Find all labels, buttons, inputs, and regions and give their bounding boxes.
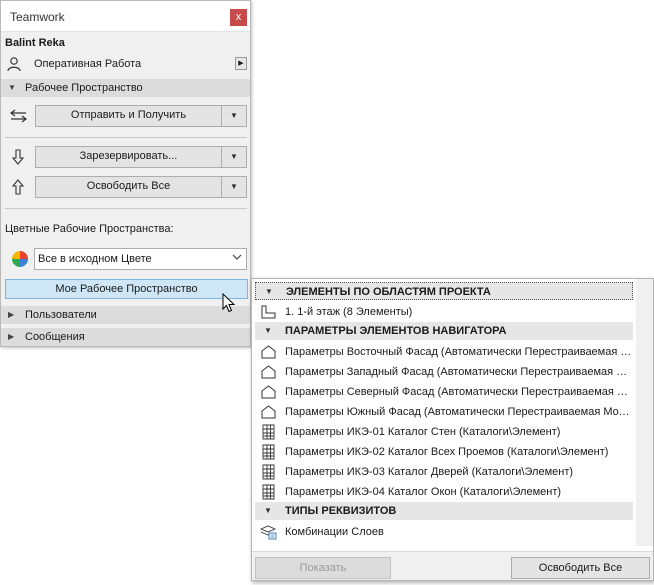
list-item[interactable]: Параметры Западный Фасад (Автоматически … (255, 362, 633, 382)
list-item[interactable]: Параметры Восточный Фасад (Автоматически… (255, 342, 633, 362)
schedule-icon (262, 484, 275, 500)
release-all-button[interactable]: Освободить Все (36, 177, 221, 197)
users-section-label: Пользователи (25, 309, 97, 321)
expand-triangle-icon: ▶ (8, 332, 15, 341)
scrollbar[interactable] (636, 279, 653, 546)
item-label: Параметры ИКЭ-02 Каталог Всех Проемов (К… (285, 446, 609, 458)
group-header-navigator-settings[interactable]: ▼ ПАРАМЕТРЫ ЭЛЕМЕНТОВ НАВИГАТОРА (255, 322, 633, 340)
release-icon (11, 179, 25, 195)
story-icon (261, 305, 276, 319)
item-label: Параметры Северный Фасад (Автоматически … (285, 386, 633, 398)
divider (5, 137, 247, 138)
messages-section-label: Сообщения (25, 331, 85, 343)
item-label: Параметры Восточный Фасад (Автоматически… (285, 346, 633, 358)
work-mode-row[interactable]: Оперативная Работа ▶ (1, 54, 250, 74)
arrow-down-icon (11, 149, 25, 165)
schedule-icon (262, 424, 275, 440)
user-name: Balint Reka (5, 37, 65, 49)
close-button[interactable]: x (230, 9, 247, 26)
palette-titlebar[interactable]: Teamwork x (1, 1, 250, 32)
item-label: Параметры ИКЭ-01 Каталог Стен (Каталоги\… (285, 426, 561, 438)
my-workspace-button[interactable]: Мое Рабочее Пространство (5, 279, 248, 299)
item-label: Параметры Южный Фасад (Автоматически Пер… (285, 406, 633, 418)
item-label: 1. 1-й этаж (8 Элементы) (285, 306, 413, 318)
expand-triangle-icon: ▶ (8, 310, 15, 319)
schedule-icon (262, 444, 275, 460)
group-label: ЭЛЕМЕНТЫ ПО ОБЛАСТЯМ ПРОЕКТА (286, 286, 491, 298)
item-label: Параметры ИКЭ-03 Каталог Дверей (Каталог… (285, 466, 574, 478)
list-item[interactable]: Параметры ИКЭ-03 Каталог Дверей (Каталог… (255, 462, 633, 482)
list-item[interactable]: Параметры ИКЭ-02 Каталог Всех Проемов (К… (255, 442, 633, 462)
color-wheel-icon (12, 251, 28, 267)
chevron-right-icon[interactable]: ▶ (235, 57, 247, 70)
release-all-panel-button[interactable]: Освободить Все (511, 557, 650, 579)
elevation-icon (261, 385, 276, 399)
reserve-split-button[interactable]: Зарезервировать... ▼ (35, 146, 247, 168)
elevation-icon (261, 405, 276, 419)
reserve-dropdown[interactable]: ▼ (221, 147, 246, 167)
teamwork-palette: Teamwork x Balint Reka Оперативная Работ… (0, 0, 251, 347)
item-label: Параметры Западный Фасад (Автоматически … (285, 366, 633, 378)
list-item[interactable]: Параметры Северный Фасад (Автоматически … (255, 382, 633, 402)
group-label: ПАРАМЕТРЫ ЭЛЕМЕНТОВ НАВИГАТОРА (285, 325, 507, 337)
list-item[interactable]: Параметры Южный Фасад (Автоматически Пер… (255, 402, 633, 422)
group-label: ТИПЫ РЕКВИЗИТОВ (285, 505, 397, 517)
reserve-button[interactable]: Зарезервировать... (36, 147, 221, 167)
colors-label: Цветные Рабочие Пространства: (5, 223, 174, 235)
schedule-icon (262, 464, 275, 480)
list-item[interactable]: Параметры ИКЭ-04 Каталог Окон (Каталоги\… (255, 482, 633, 502)
item-label: Параметры ИКЭ-04 Каталог Окон (Каталоги\… (285, 486, 562, 498)
release-split-button[interactable]: Освободить Все ▼ (35, 176, 247, 198)
list-item[interactable]: 1. 1-й этаж (8 Элементы) (255, 302, 633, 322)
send-receive-dropdown[interactable]: ▼ (221, 106, 246, 126)
show-button[interactable]: Показать (255, 557, 391, 579)
send-receive-icon (10, 109, 27, 123)
chevron-down-icon (232, 254, 242, 260)
collapse-triangle-icon: ▼ (264, 506, 272, 515)
work-mode-label: Оперативная Работа (34, 58, 142, 70)
user-icon (7, 57, 21, 72)
color-mode-select[interactable]: Все в исходном Цвете (34, 248, 247, 270)
elevation-icon (261, 365, 276, 379)
palette-title: Teamwork (10, 10, 65, 24)
workspace-section-header[interactable]: ▼ Рабочее Пространство (1, 79, 250, 97)
workspace-section-label: Рабочее Пространство (25, 82, 143, 94)
color-mode-value: Все в исходном Цвете (38, 253, 152, 265)
messages-section-header[interactable]: ▶ Сообщения (1, 328, 250, 346)
send-receive-split-button[interactable]: Отправить и Получить ▼ (35, 105, 247, 127)
panel-footer: Показать Освободить Все (252, 551, 653, 580)
list-item[interactable]: Параметры ИКЭ-01 Каталог Стен (Каталоги\… (255, 422, 633, 442)
elevation-icon (261, 345, 276, 359)
release-dropdown[interactable]: ▼ (221, 177, 246, 197)
collapse-triangle-icon: ▼ (264, 326, 272, 335)
item-label: Комбинации Слоев (285, 526, 384, 538)
my-workspace-panel: ▼ ЭЛЕМЕНТЫ ПО ОБЛАСТЯМ ПРОЕКТА 1. 1-й эт… (251, 278, 654, 581)
group-header-attribute-types[interactable]: ▼ ТИПЫ РЕКВИЗИТОВ (255, 502, 633, 520)
collapse-triangle-icon: ▼ (265, 287, 273, 296)
mouse-cursor-icon (222, 293, 236, 313)
list-item[interactable]: Комбинации Слоев (255, 522, 633, 542)
users-section-header[interactable]: ▶ Пользователи (1, 306, 250, 324)
layer-combination-icon (260, 525, 277, 540)
divider (5, 208, 247, 209)
group-header-project-areas[interactable]: ▼ ЭЛЕМЕНТЫ ПО ОБЛАСТЯМ ПРОЕКТА (255, 282, 633, 300)
collapse-triangle-icon: ▼ (8, 83, 16, 92)
send-receive-button[interactable]: Отправить и Получить (36, 106, 221, 126)
